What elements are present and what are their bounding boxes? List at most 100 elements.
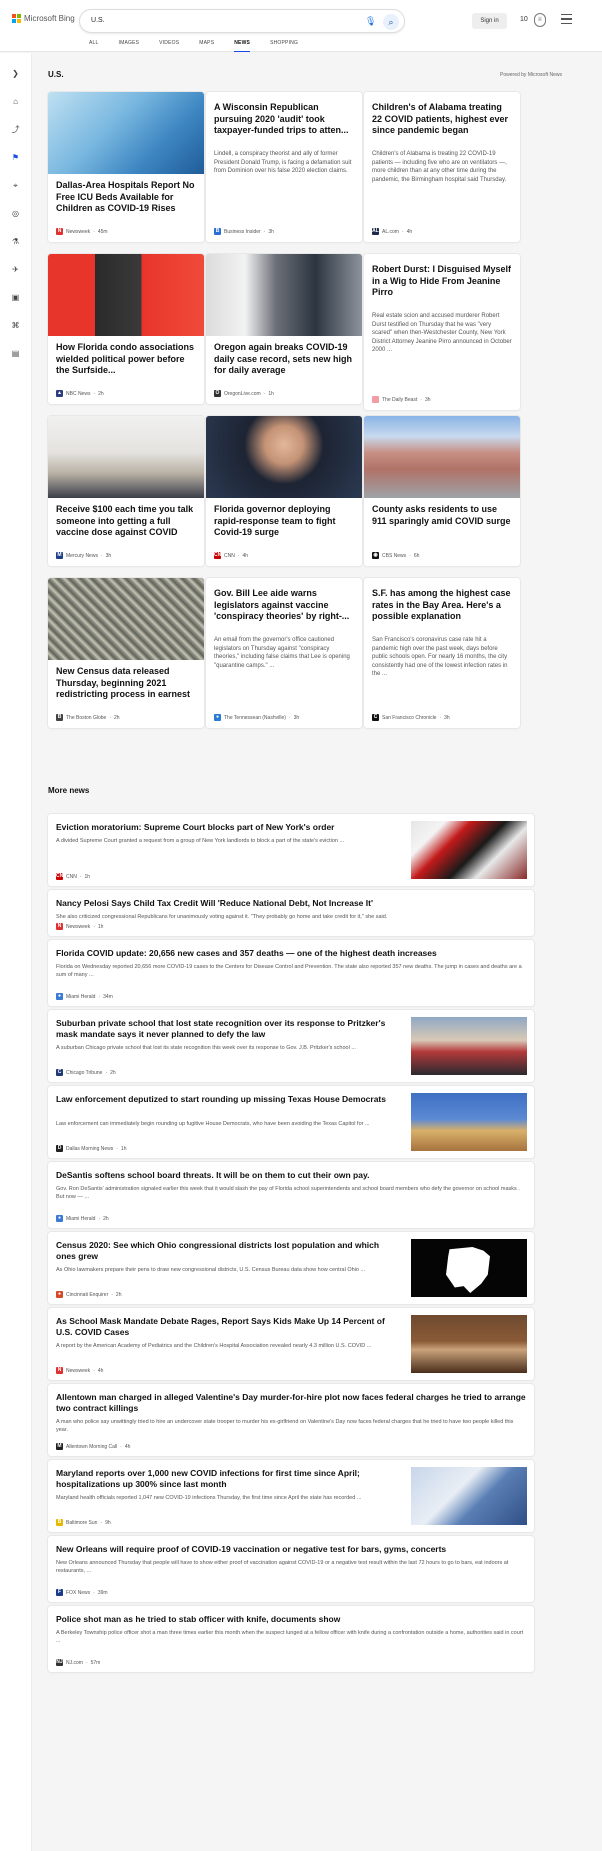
news-card[interactable]: New Census data released Thursday, begin… <box>48 578 204 728</box>
news-card-title[interactable]: Receive $100 each time you talk someone … <box>56 504 196 539</box>
more-news-item[interactable]: Police shot man as he tried to stab offi… <box>48 1606 534 1672</box>
news-card[interactable]: Children's of Alabama treating 22 COVID … <box>364 92 520 242</box>
news-card-source[interactable]: ● The Tennessean (Nashville) · 3h <box>214 714 299 721</box>
news-card-image[interactable] <box>206 254 362 336</box>
news-card-source[interactable]: N Newsweek · 45m <box>56 228 108 235</box>
expand-icon[interactable]: ❯ <box>10 68 21 79</box>
search-button[interactable]: ⌕ <box>383 14 399 30</box>
news-card-source[interactable]: B Business Insider · 3h <box>214 228 274 235</box>
more-news-source[interactable]: C Chicago Tribune · 2h <box>56 1069 116 1076</box>
hamburger-menu-icon[interactable] <box>561 14 572 24</box>
more-news-image[interactable] <box>411 1093 527 1151</box>
more-news-title[interactable]: DeSantis softens school board threats. I… <box>56 1170 526 1181</box>
more-news-source[interactable]: ● Miami Herald · 2h <box>56 1215 109 1222</box>
more-news-item[interactable]: Law enforcement deputized to start round… <box>48 1086 534 1158</box>
news-card-image[interactable] <box>48 578 204 660</box>
business-icon[interactable]: ▤ <box>10 348 21 359</box>
more-news-image[interactable] <box>411 1017 527 1075</box>
news-card-image[interactable] <box>48 254 204 336</box>
more-news-title[interactable]: Law enforcement deputized to start round… <box>56 1094 396 1105</box>
news-card-image[interactable] <box>48 416 204 498</box>
flag-icon[interactable]: ⚑ <box>10 152 21 163</box>
news-card-source[interactable]: C San Francisco Chronicle · 3h <box>372 714 450 721</box>
tab-news[interactable]: NEWS <box>234 40 251 52</box>
more-news-item[interactable]: As School Mask Mandate Debate Rages, Rep… <box>48 1308 534 1380</box>
news-card-source[interactable]: CNN CNN · 4h <box>214 552 248 559</box>
more-news-item[interactable]: Allentown man charged in alleged Valenti… <box>48 1384 534 1456</box>
news-card[interactable]: Dallas-Area Hospitals Report No Free ICU… <box>48 92 204 242</box>
news-card-title[interactable]: Robert Durst: I Disguised Myself in a Wi… <box>372 264 512 299</box>
rewards-points[interactable]: 10 <box>520 16 528 23</box>
sports-icon[interactable]: ✈ <box>10 264 21 275</box>
news-card[interactable]: Florida governor deploying rapid-respons… <box>206 416 362 566</box>
news-card-image[interactable] <box>206 416 362 498</box>
news-card-title[interactable]: Dallas-Area Hospitals Report No Free ICU… <box>56 180 196 215</box>
more-news-title[interactable]: Nancy Pelosi Says Child Tax Credit Will … <box>56 898 526 909</box>
news-card-title[interactable]: Children's of Alabama treating 22 COVID … <box>372 102 512 137</box>
tab-images[interactable]: IMAGES <box>119 40 140 52</box>
sign-in-button[interactable]: Sign in <box>472 13 507 29</box>
news-card-title[interactable]: County asks residents to use 911 sparing… <box>372 504 512 527</box>
more-news-source[interactable]: D Dallas Morning News · 1h <box>56 1145 126 1152</box>
news-card[interactable]: Receive $100 each time you talk someone … <box>48 416 204 566</box>
more-news-source[interactable]: ● Miami Herald · 34m <box>56 993 113 1000</box>
more-news-title[interactable]: Allentown man charged in alleged Valenti… <box>56 1392 526 1414</box>
more-news-title[interactable]: Suburban private school that lost state … <box>56 1018 396 1040</box>
news-card-title[interactable]: How Florida condo associations wielded p… <box>56 342 196 377</box>
more-news-source[interactable]: ● Cincinnati Enquirer · 2h <box>56 1291 121 1298</box>
location-icon[interactable]: ⌖ <box>10 180 21 191</box>
tab-videos[interactable]: VIDEOS <box>159 40 179 52</box>
more-news-source[interactable]: NJ NJ.com · 57m <box>56 1659 100 1666</box>
more-news-title[interactable]: Police shot man as he tried to stab offi… <box>56 1614 526 1625</box>
news-card-source[interactable]: M Mercury News · 3h <box>56 552 111 559</box>
more-news-item[interactable]: Eviction moratorium: Supreme Court block… <box>48 814 534 886</box>
news-card-source[interactable]: ▲ NBC News · 2h <box>56 390 104 397</box>
news-card[interactable]: Robert Durst: I Disguised Myself in a Wi… <box>364 254 520 410</box>
news-card-title[interactable]: A Wisconsin Republican pursuing 2020 'au… <box>214 102 354 137</box>
news-card-title[interactable]: S.F. has among the highest case rates in… <box>372 588 512 623</box>
news-card[interactable]: Gov. Bill Lee aide warns legislators aga… <box>206 578 362 728</box>
news-card[interactable]: A Wisconsin Republican pursuing 2020 'au… <box>206 92 362 242</box>
more-news-source[interactable]: M Allentown Morning Call · 4h <box>56 1443 130 1450</box>
more-news-source[interactable]: B Baltimore Sun · 9h <box>56 1519 111 1526</box>
news-card[interactable]: County asks residents to use 911 sparing… <box>364 416 520 566</box>
more-news-image[interactable] <box>411 1467 527 1525</box>
tab-maps[interactable]: MAPS <box>199 40 214 52</box>
more-news-title[interactable]: As School Mask Mandate Debate Rages, Rep… <box>56 1316 396 1338</box>
science-icon[interactable]: ⚗ <box>10 236 21 247</box>
more-news-item[interactable]: DeSantis softens school board threats. I… <box>48 1162 534 1228</box>
world-icon[interactable]: ◎ <box>10 208 21 219</box>
more-news-image[interactable] <box>411 1239 527 1297</box>
politics-icon[interactable]: ⌘ <box>10 320 21 331</box>
more-news-source[interactable]: CNN CNN · 1h <box>56 873 90 880</box>
news-card[interactable]: How Florida condo associations wielded p… <box>48 254 204 404</box>
more-news-title[interactable]: Eviction moratorium: Supreme Court block… <box>56 822 396 833</box>
search-input[interactable]: U.S. <box>80 10 404 32</box>
more-news-item[interactable]: Suburban private school that lost state … <box>48 1010 534 1082</box>
more-news-title[interactable]: Maryland reports over 1,000 new COVID in… <box>56 1468 396 1490</box>
more-news-title[interactable]: Florida COVID update: 20,656 new cases a… <box>56 948 526 959</box>
home-icon[interactable]: ⌂ <box>10 96 21 107</box>
more-news-item[interactable]: Maryland reports over 1,000 new COVID in… <box>48 1460 534 1532</box>
more-news-item[interactable]: Nancy Pelosi Says Child Tax Credit Will … <box>48 890 534 936</box>
news-card-source[interactable]: B The Boston Globe · 2h <box>56 714 120 721</box>
news-card-image[interactable] <box>364 416 520 498</box>
news-card-title[interactable]: Gov. Bill Lee aide warns legislators aga… <box>214 588 354 623</box>
more-news-item[interactable]: Florida COVID update: 20,656 new cases a… <box>48 940 534 1006</box>
more-news-source[interactable]: N Newsweek · 4h <box>56 1367 103 1374</box>
news-card-source[interactable]: ◉ CBS News · 6h <box>372 552 419 559</box>
entertainment-icon[interactable]: ▣ <box>10 292 21 303</box>
bing-logo[interactable]: Microsoft Bing <box>12 14 75 23</box>
more-news-image[interactable] <box>411 1315 527 1373</box>
news-card-title[interactable]: Oregon again breaks COVID-19 daily case … <box>214 342 354 377</box>
tab-all[interactable]: ALL <box>89 40 99 52</box>
news-card-title[interactable]: New Census data released Thursday, begin… <box>56 666 196 701</box>
news-card[interactable]: Oregon again breaks COVID-19 daily case … <box>206 254 362 404</box>
news-card-image[interactable] <box>48 92 204 174</box>
news-card-source[interactable]: The Daily Beast · 3h <box>372 396 431 403</box>
news-card-source[interactable]: O OregonLive.com · 1h <box>214 390 274 397</box>
more-news-source[interactable]: F FOX News · 39m <box>56 1589 108 1596</box>
more-news-title[interactable]: New Orleans will require proof of COVID-… <box>56 1544 526 1555</box>
more-news-source[interactable]: N Newsweek · 1h <box>56 923 103 930</box>
more-news-image[interactable] <box>411 821 527 879</box>
